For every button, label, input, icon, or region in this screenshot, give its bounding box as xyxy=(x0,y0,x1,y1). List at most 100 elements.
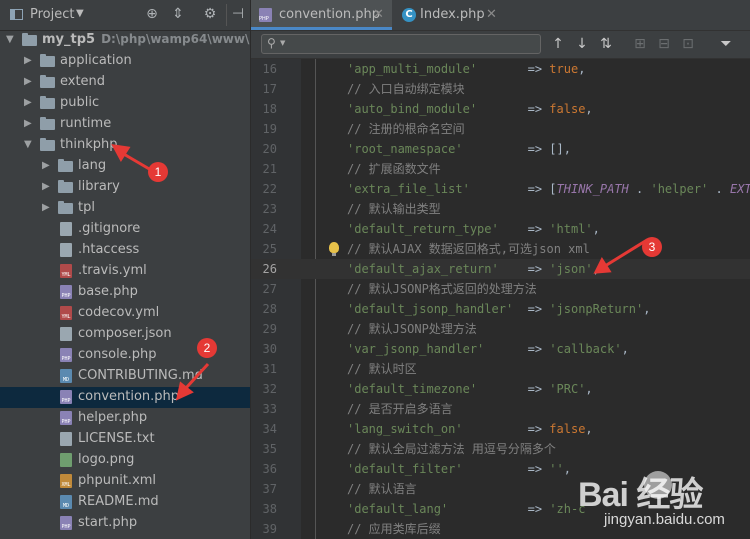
next-occurrence-icon[interactable]: ↓ xyxy=(573,35,591,53)
code-line[interactable]: 35 // 默认全局过滤方法 用逗号分隔多个 xyxy=(251,439,750,459)
code-line[interactable]: 19 // 注册的根命名空间 xyxy=(251,119,750,139)
collapsed-arrow-icon[interactable]: ▶ xyxy=(42,202,52,214)
code-token: => [ xyxy=(469,182,557,196)
tree-file[interactable]: PHP base.php xyxy=(0,282,250,303)
tree-folder[interactable]: ▶ extend xyxy=(0,72,250,93)
tree-folder[interactable]: ▶ application xyxy=(0,51,250,72)
remove-selection-icon[interactable]: ⊟ xyxy=(655,35,673,53)
code-token: 'default_filter' xyxy=(347,462,463,476)
close-icon[interactable]: ✕ xyxy=(486,7,497,22)
collapsed-arrow-icon[interactable]: ▶ xyxy=(24,76,34,88)
code-token: 'extra_file_list' xyxy=(347,182,470,196)
code-text: // 默认JSONP处理方法 xyxy=(347,319,477,339)
expanded-arrow-icon[interactable]: ▼ xyxy=(24,139,34,151)
tree-file[interactable]: logo.png xyxy=(0,450,250,471)
tree-file[interactable]: MD README.md xyxy=(0,492,250,513)
tree-item-label: application xyxy=(60,53,132,68)
tree-item-label: phpunit.xml xyxy=(78,473,156,488)
code-line[interactable]: 34 'lang_switch_on' => false, xyxy=(251,419,750,439)
filter-icon[interactable]: ⏷ xyxy=(717,35,735,53)
tree-item-name: start.php xyxy=(78,515,138,530)
code-token: => xyxy=(477,382,550,396)
code-line[interactable]: 24 'default_return_type' => 'html', xyxy=(251,219,750,239)
project-view-selector[interactable]: Project xyxy=(30,7,74,22)
png-file-icon xyxy=(60,453,72,467)
code-token: // 扩展函数文件 xyxy=(347,162,441,176)
code-line[interactable]: 21 // 扩展函数文件 xyxy=(251,159,750,179)
collapsed-arrow-icon[interactable]: ▶ xyxy=(24,55,34,67)
chevron-down-icon[interactable]: ▼ xyxy=(76,8,84,19)
tree-file[interactable]: YML codecov.yml xyxy=(0,303,250,324)
code-line[interactable]: 31 // 默认时区 xyxy=(251,359,750,379)
chevron-down-icon[interactable]: ▼ xyxy=(280,39,285,47)
file-type-tag: PHP xyxy=(61,356,71,362)
tree-file[interactable]: PHP start.php xyxy=(0,513,250,534)
tree-folder[interactable]: ▶ runtime xyxy=(0,114,250,135)
tree-file[interactable]: .gitignore xyxy=(0,219,250,240)
tree-item-name: composer.json xyxy=(78,326,172,341)
tree-file[interactable]: LICENSE.txt xyxy=(0,429,250,450)
line-number: 20 xyxy=(262,142,277,156)
lightbulb-icon[interactable] xyxy=(329,242,339,256)
code-line[interactable]: 23 // 默认输出类型 xyxy=(251,199,750,219)
md-file-icon: MD xyxy=(60,369,72,383)
tree-item-label: start.php xyxy=(78,515,137,530)
code-line[interactable]: 27 // 默认JSONP格式返回的处理方法 xyxy=(251,279,750,299)
code-text: 'var_jsonp_handler' => 'callback', xyxy=(347,339,629,359)
tree-file[interactable]: .htaccess xyxy=(0,240,250,261)
search-input[interactable]: ⚲ ▼ xyxy=(261,34,541,54)
code-token: // 默认输出类型 xyxy=(347,202,441,216)
hide-icon[interactable]: ⊣ xyxy=(230,6,246,22)
tree-folder[interactable]: ▶ public xyxy=(0,93,250,114)
collapsed-arrow-icon[interactable]: ▶ xyxy=(42,181,52,193)
tab-convention-php[interactable]: PHP convention.php ✕ xyxy=(251,0,392,30)
settings-icon[interactable]: ⚙ xyxy=(202,6,218,22)
search-icon: ⚲ xyxy=(267,36,276,50)
code-line[interactable]: 17 // 入口自动绑定模块 xyxy=(251,79,750,99)
watermark-logo: Bai 经验 xyxy=(578,476,703,514)
previous-occurrence-icon[interactable]: ↑ xyxy=(549,35,567,53)
txt-file-icon xyxy=(60,432,72,446)
tree-file[interactable]: MD CONTRIBUTING.md xyxy=(0,366,250,387)
collapse-icon[interactable]: ⇕ xyxy=(170,6,186,22)
code-line[interactable]: 29 // 默认JSONP处理方法 xyxy=(251,319,750,339)
code-line[interactable]: 20 'root_namespace' => [], xyxy=(251,139,750,159)
code-token: 'callback' xyxy=(549,342,622,356)
code-token: // 默认AJAX 数据返回格式,可选json xml xyxy=(347,242,590,256)
tree-file[interactable]: PHP convention.php xyxy=(0,387,250,408)
crosshair-icon[interactable]: ⊕ xyxy=(144,6,160,22)
code-line[interactable]: 16 'app_multi_module' => true, xyxy=(251,59,750,79)
code-token: , xyxy=(585,102,593,116)
line-number: 27 xyxy=(262,282,277,296)
collapsed-arrow-icon[interactable]: ▶ xyxy=(24,97,34,109)
code-line[interactable]: 26 'default_ajax_return' => 'json', xyxy=(251,259,750,279)
code-line[interactable]: 18 'auto_bind_module' => false, xyxy=(251,99,750,119)
code-line[interactable]: 33 // 是否开启多语言 xyxy=(251,399,750,419)
add-selection-icon[interactable]: ⊞ xyxy=(631,35,649,53)
code-line[interactable]: 25 // 默认AJAX 数据返回格式,可选json xml xyxy=(251,239,750,259)
collapsed-arrow-icon[interactable]: ▶ xyxy=(42,160,52,172)
tree-folder[interactable]: ▼ my_tp5 D:\php\wamp64\www\my_tp xyxy=(0,30,250,51)
header-divider xyxy=(226,4,227,26)
tree-folder[interactable]: ▶ library xyxy=(0,177,250,198)
tree-file[interactable]: PHP helper.php xyxy=(0,408,250,429)
close-icon[interactable]: ✕ xyxy=(373,7,384,22)
tree-folder[interactable]: ▼ thinkphp xyxy=(0,135,250,156)
file-type-tag: PHP xyxy=(61,524,71,530)
select-all-occurrences-icon[interactable]: ⊡ xyxy=(679,35,697,53)
expanded-arrow-icon[interactable]: ▼ xyxy=(6,34,16,46)
tree-item-label: logo.png xyxy=(78,452,134,467)
collapsed-arrow-icon[interactable]: ▶ xyxy=(24,118,34,130)
tree-file[interactable]: YML .travis.yml xyxy=(0,261,250,282)
code-line[interactable]: 22 'extra_file_list' => [THINK_PATH . 'he… xyxy=(251,179,750,199)
code-line[interactable]: 32 'default_timezone' => 'PRC', xyxy=(251,379,750,399)
tree-folder[interactable]: ▶ tpl xyxy=(0,198,250,219)
tree-item-name: LICENSE.txt xyxy=(78,431,155,446)
code-token: , xyxy=(592,222,600,236)
find-all-icon[interactable]: ⇅ xyxy=(597,35,615,53)
code-line[interactable]: 30 'var_jsonp_handler' => 'callback', xyxy=(251,339,750,359)
tab-index-php[interactable]: C Index.php ✕ xyxy=(394,0,504,30)
tree-folder[interactable]: ▶ lang xyxy=(0,156,250,177)
tree-file[interactable]: XML phpunit.xml xyxy=(0,471,250,492)
code-line[interactable]: 28 'default_jsonp_handler' => 'jsonpRetur… xyxy=(251,299,750,319)
